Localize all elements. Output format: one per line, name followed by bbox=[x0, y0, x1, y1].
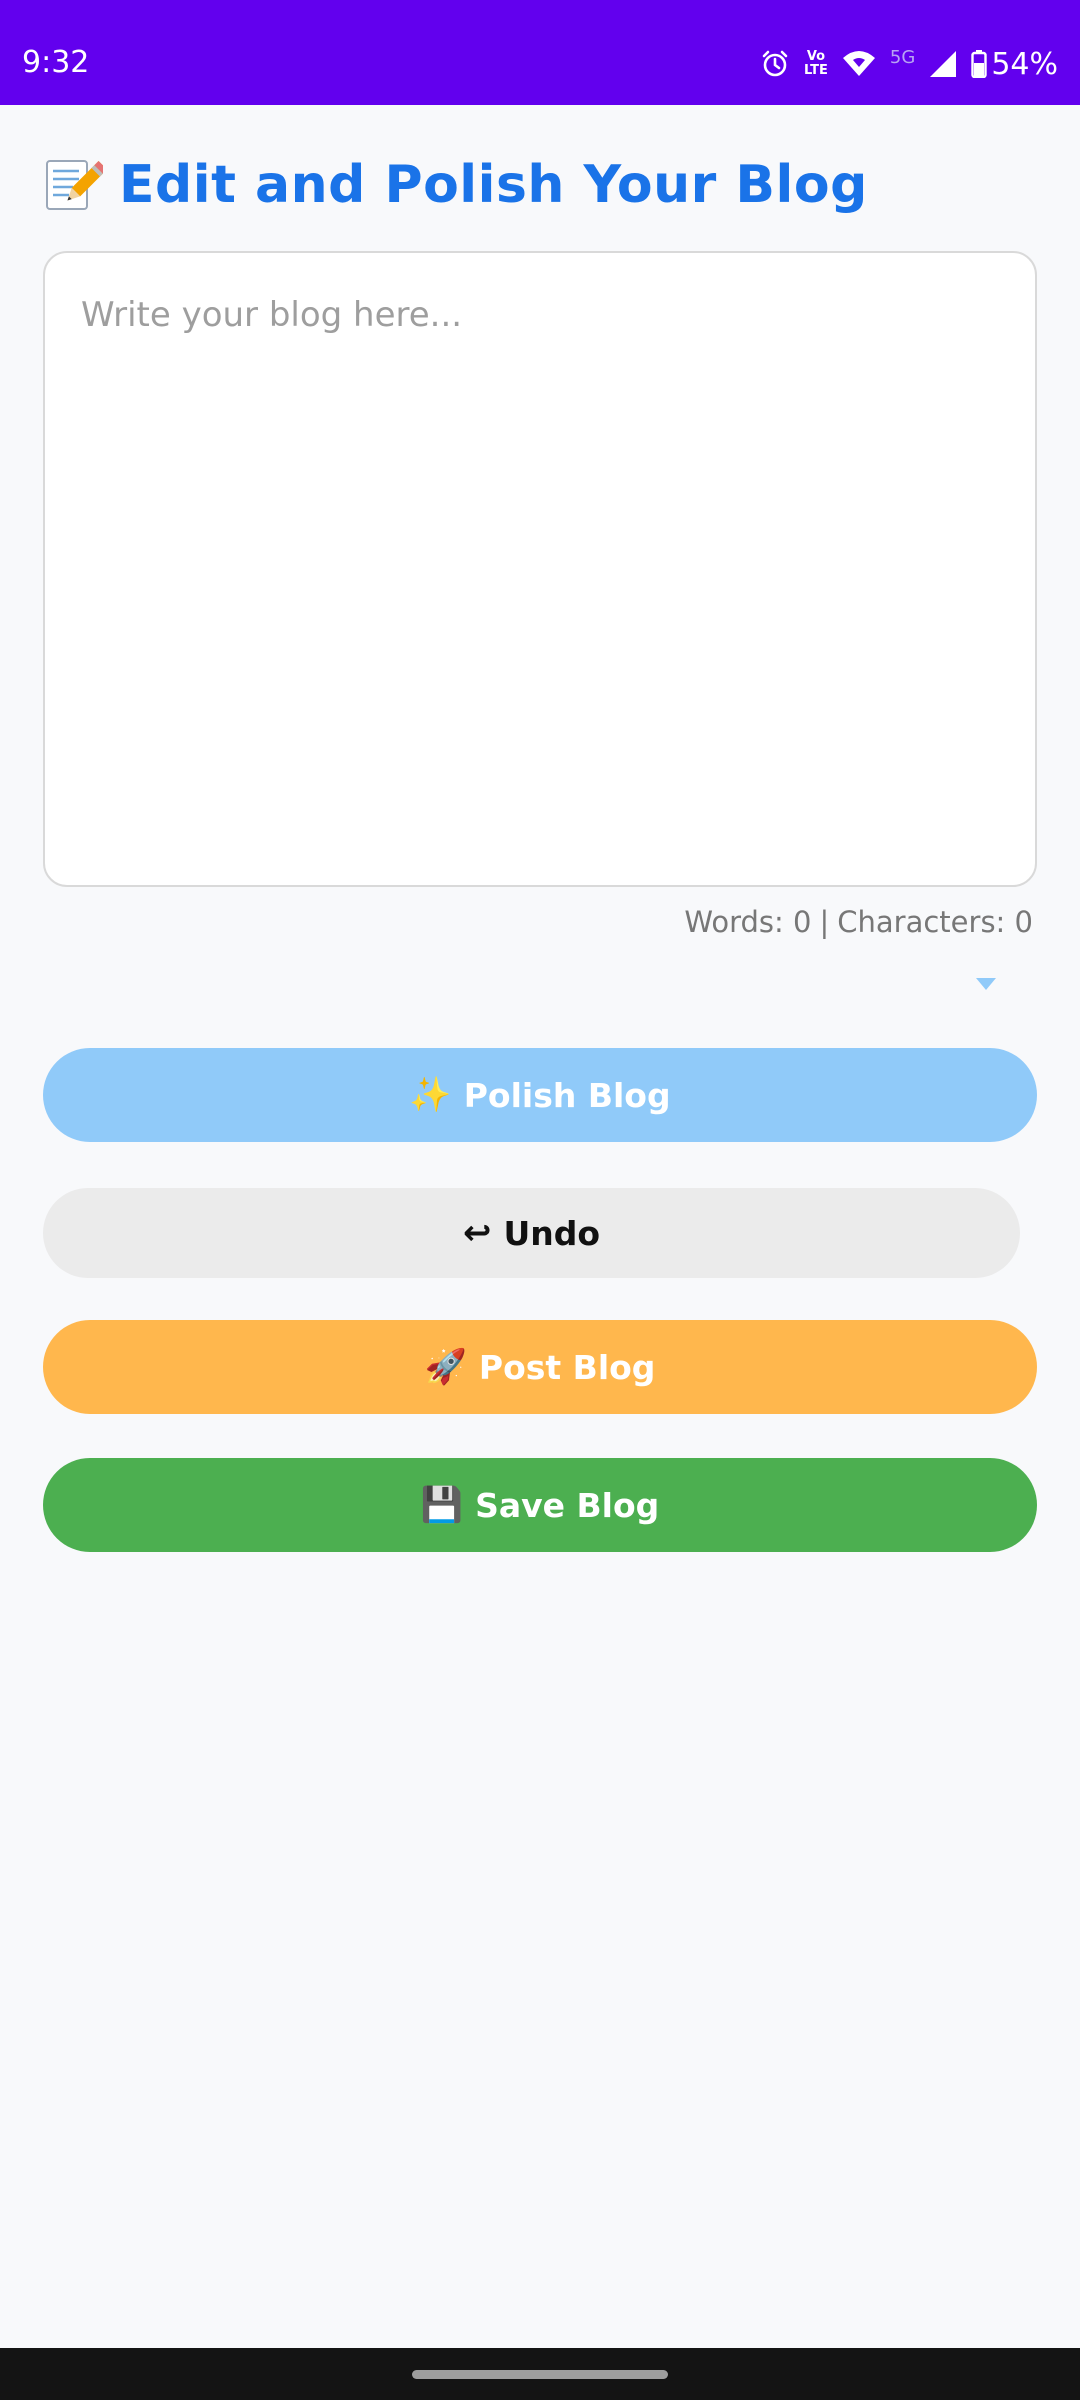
word-character-counter: Words: 0 | Characters: 0 bbox=[680, 905, 1037, 939]
save-blog-button[interactable]: 💾 Save Blog bbox=[43, 1458, 1037, 1552]
polish-blog-button[interactable]: ✨ Polish Blog bbox=[43, 1048, 1037, 1142]
undo-arrow-icon: ↩ bbox=[462, 1213, 492, 1253]
status-bar: 9:32 Vo LTE 5G 54% bbox=[0, 0, 1080, 105]
blog-text-editor[interactable] bbox=[43, 251, 1037, 887]
undo-label: Undo bbox=[503, 1213, 601, 1253]
page-title: Edit and Polish Your Blog bbox=[43, 150, 868, 220]
floppy-disk-icon: 💾 bbox=[420, 1485, 464, 1525]
volte-bottom-label: LTE bbox=[804, 63, 828, 78]
counter-separator: | bbox=[819, 905, 830, 939]
post-blog-button[interactable]: 🚀 Post Blog bbox=[43, 1320, 1037, 1414]
character-count: Characters: 0 bbox=[837, 905, 1033, 939]
home-gesture-handle[interactable] bbox=[412, 2370, 668, 2379]
save-blog-label: Save Blog bbox=[475, 1485, 660, 1525]
status-time: 9:32 bbox=[22, 45, 90, 80]
battery-icon bbox=[971, 50, 988, 78]
status-icons: Vo LTE 5G 54% bbox=[760, 44, 1058, 84]
volte-icon: Vo LTE bbox=[804, 50, 828, 78]
signal-icon bbox=[929, 50, 957, 78]
wifi-icon bbox=[842, 50, 876, 78]
battery-percent: 54% bbox=[991, 46, 1058, 82]
undo-button[interactable]: ↩ Undo bbox=[43, 1188, 1020, 1278]
options-dropdown-toggle[interactable] bbox=[970, 974, 1002, 998]
volte-top-label: Vo bbox=[806, 49, 826, 64]
system-navigation-bar bbox=[0, 2348, 1080, 2400]
post-blog-label: Post Blog bbox=[478, 1347, 656, 1387]
sparkles-icon: ✨ bbox=[409, 1075, 452, 1115]
word-count: Words: 0 bbox=[684, 905, 812, 939]
page-title-text: Edit and Polish Your Blog bbox=[119, 155, 868, 215]
memo-pencil-icon bbox=[43, 155, 103, 215]
alarm-icon bbox=[760, 49, 790, 79]
polish-blog-label: Polish Blog bbox=[463, 1075, 671, 1115]
rocket-icon: 🚀 bbox=[424, 1347, 467, 1387]
battery-indicator: 54% bbox=[971, 47, 1058, 82]
network-type-label: 5G bbox=[889, 46, 916, 68]
caret-down-icon bbox=[975, 977, 997, 996]
